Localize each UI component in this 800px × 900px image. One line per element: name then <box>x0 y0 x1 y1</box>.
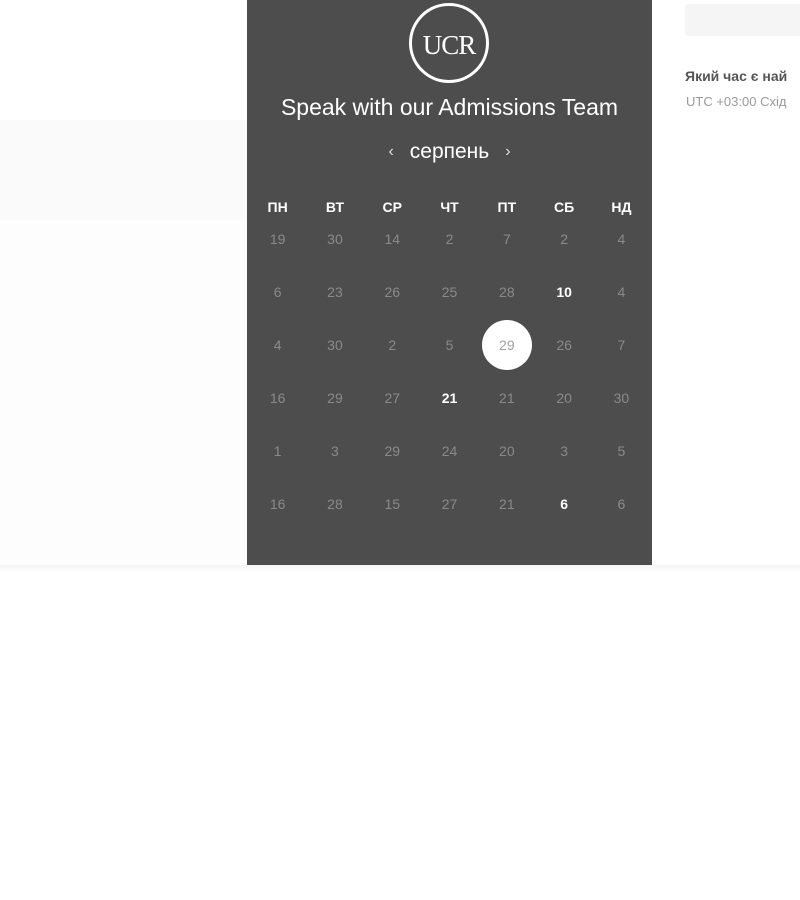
day-number: 4 <box>273 336 282 353</box>
day-number: 29 <box>384 442 401 459</box>
day-number: 20 <box>556 389 572 406</box>
day-number: 30 <box>327 336 343 353</box>
day-number: 5 <box>617 442 626 459</box>
left-background-area <box>0 220 247 565</box>
day-cell: 6 <box>593 477 650 530</box>
day-number: 6 <box>617 495 626 512</box>
day-cell: 16 <box>249 371 306 424</box>
month-navigation: ‹ серпень › <box>247 140 652 164</box>
day-cell: 30 <box>306 318 363 371</box>
day-cell: 25 <box>421 265 478 318</box>
day-cell-available[interactable]: 6 <box>535 477 592 530</box>
day-cell: 4 <box>249 318 306 371</box>
day-number: 28 <box>327 495 343 512</box>
day-number: 29 <box>499 336 515 353</box>
scheduler-panel: UCR Speak with our Admissions Team ‹ сер… <box>247 0 652 565</box>
day-number: 25 <box>441 283 458 300</box>
day-number: 24 <box>441 442 458 459</box>
chevron-left-icon[interactable]: ‹ <box>384 143 397 161</box>
day-cell: 28 <box>306 477 363 530</box>
day-number: 6 <box>560 495 569 512</box>
day-cell: 27 <box>421 477 478 530</box>
day-cell: 19 <box>249 212 306 265</box>
day-cell: 21 <box>478 371 535 424</box>
day-cell: 14 <box>364 212 421 265</box>
day-cell: 7 <box>478 212 535 265</box>
day-cell: 2 <box>364 318 421 371</box>
day-cell: 20 <box>535 371 592 424</box>
day-number: 21 <box>441 389 458 406</box>
day-cell: 16 <box>249 477 306 530</box>
day-cell: 2 <box>535 212 592 265</box>
day-cell: 30 <box>593 371 650 424</box>
day-cell: 30 <box>306 212 363 265</box>
day-cell: 1 <box>249 424 306 477</box>
chevron-right-icon[interactable]: › <box>501 143 514 161</box>
timezone-value[interactable]: UTC +03:00 Схід <box>686 94 786 109</box>
day-number: 29 <box>327 389 343 406</box>
day-cell: 21 <box>478 477 535 530</box>
day-cell: 29 <box>306 371 363 424</box>
logo-text: UCR <box>422 29 477 60</box>
day-number: 2 <box>445 230 454 247</box>
day-number: 21 <box>499 495 515 512</box>
day-cell: 3 <box>306 424 363 477</box>
day-cell: 3 <box>535 424 592 477</box>
day-cell: 5 <box>593 424 650 477</box>
day-cell: 4 <box>593 212 650 265</box>
day-number: 28 <box>499 283 515 300</box>
day-number: 19 <box>269 230 286 247</box>
day-number: 16 <box>269 389 286 406</box>
day-cell: 26 <box>535 318 592 371</box>
day-number: 5 <box>445 336 454 353</box>
day-number: 20 <box>499 442 515 459</box>
day-number: 2 <box>560 230 569 247</box>
day-number: 30 <box>327 230 343 247</box>
day-cell: 23 <box>306 265 363 318</box>
calendar-grid: 19 30 14 2 7 2 4 6 23 26 25 28 10 4 4 30 2 5 29 26 7 16 29 27 21… <box>249 212 652 530</box>
day-cell: 7 <box>593 318 650 371</box>
day-cell: 15 <box>364 477 421 530</box>
day-number: 3 <box>331 442 339 459</box>
day-number: 7 <box>502 230 511 247</box>
day-cell-available[interactable]: 21 <box>421 371 478 424</box>
day-number: 30 <box>613 389 630 406</box>
day-number: 26 <box>556 336 572 353</box>
day-number: 4 <box>617 283 626 300</box>
day-cell: 6 <box>249 265 306 318</box>
day-cell: 29 <box>364 424 421 477</box>
day-cell: 27 <box>364 371 421 424</box>
left-background-band <box>0 120 247 221</box>
day-cell-available[interactable]: 10 <box>535 265 592 318</box>
day-number: 7 <box>617 336 626 353</box>
day-cell: 2 <box>421 212 478 265</box>
day-number: 26 <box>384 283 401 300</box>
day-cell-selected[interactable]: 29 <box>478 318 535 371</box>
day-number: 6 <box>273 283 282 300</box>
day-cell: 20 <box>478 424 535 477</box>
day-number: 3 <box>560 442 569 459</box>
day-number: 4 <box>617 230 626 247</box>
day-cell: 4 <box>593 265 650 318</box>
day-number: 27 <box>441 495 458 512</box>
day-number: 14 <box>384 230 401 247</box>
page-title: Speak with our Admissions Team <box>280 94 619 120</box>
ucr-logo: UCR <box>409 3 489 83</box>
day-number: 2 <box>388 336 397 353</box>
day-cell: 24 <box>421 424 478 477</box>
month-label: серпень <box>409 140 490 163</box>
day-number: 21 <box>499 389 515 406</box>
timezone-question: Який час є най <box>685 68 788 84</box>
right-panel-field[interactable] <box>685 4 800 36</box>
day-number: 1 <box>273 442 282 459</box>
day-number: 15 <box>384 495 401 512</box>
day-cell: 28 <box>478 265 535 318</box>
day-cell: 5 <box>421 318 478 371</box>
day-number: 27 <box>384 389 401 406</box>
day-cell: 26 <box>364 265 421 318</box>
day-number: 10 <box>556 283 572 300</box>
bottom-divider <box>0 565 800 573</box>
day-number: 23 <box>327 283 343 300</box>
day-number: 16 <box>269 495 286 512</box>
